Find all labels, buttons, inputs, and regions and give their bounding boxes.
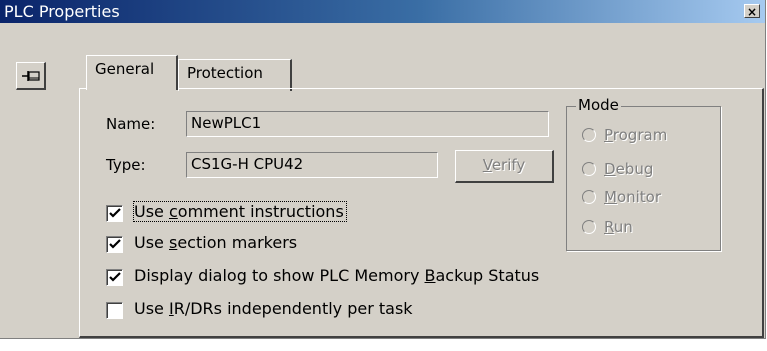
checkmark-icon	[109, 239, 121, 249]
checkbox[interactable]	[106, 269, 123, 286]
checkmark-icon	[109, 272, 121, 282]
pin-icon	[22, 71, 40, 81]
checkbox-section-label: Use section markers	[134, 233, 298, 252]
window-title: PLC Properties	[4, 2, 120, 21]
title-bar[interactable]: PLC Properties ×	[0, 0, 765, 23]
pin-button[interactable]	[16, 62, 46, 90]
checkbox-irdr-label: Use IR/DRs independently per task	[134, 299, 413, 318]
mode-legend: Mode	[576, 96, 621, 114]
radio-button[interactable]	[582, 220, 596, 234]
radio-button[interactable]	[582, 190, 596, 204]
name-label: Name:	[106, 115, 156, 133]
verify-button[interactable]: Verify	[455, 150, 554, 183]
close-button[interactable]: ×	[744, 4, 760, 19]
checkbox[interactable]	[106, 205, 123, 222]
type-field: CS1G-H CPU42	[186, 152, 438, 178]
radio-debug-label: Debug	[604, 160, 654, 178]
checkbox[interactable]	[106, 236, 123, 253]
type-label: Type:	[106, 156, 146, 174]
verify-label-rest: erify	[491, 156, 526, 174]
checkbox[interactable]	[106, 302, 123, 319]
checkmark-icon	[109, 208, 121, 218]
tab-protection[interactable]: Protection	[178, 59, 292, 91]
tab-general[interactable]: General	[86, 55, 178, 90]
radio-monitor-label: Monitor	[604, 188, 662, 206]
radio-button[interactable]	[582, 162, 596, 176]
checkbox-backup-label: Display dialog to show PLC Memory Backup…	[134, 266, 540, 285]
verify-label: V	[482, 156, 492, 174]
checkbox-comment-label: Use comment instructions	[133, 201, 347, 222]
radio-program-label: Program	[604, 126, 668, 144]
plc-properties-window: PLC Properties × Protection General Name…	[0, 0, 766, 339]
radio-button[interactable]	[582, 128, 596, 142]
radio-run-label: Run	[604, 218, 633, 236]
name-field[interactable]: NewPLC1	[186, 111, 549, 137]
